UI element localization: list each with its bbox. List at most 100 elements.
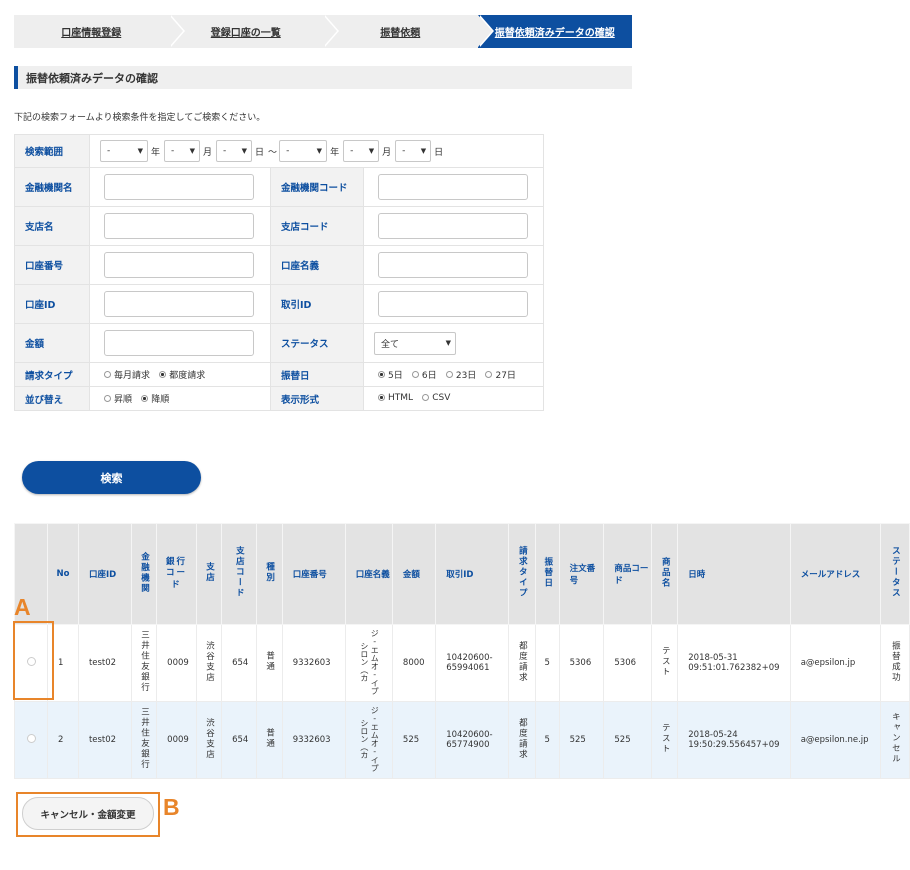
cell-status: キャンセル: [879, 701, 910, 779]
cell-amount: 8000: [391, 624, 437, 702]
cell-bank: 三井住友銀行: [130, 701, 158, 779]
status-select[interactable]: 全て ▼: [374, 331, 456, 355]
chevron-down-icon: ▼: [241, 147, 248, 155]
header-bank-code: 銀行コード: [156, 523, 197, 625]
step-label: 振替依頼済みデータの確認: [494, 28, 615, 39]
cell-order-no: 5306: [558, 624, 605, 702]
progress-steps: 口座情報登録 登録口座の一覧 振替依頼 振替依頼済みデータの確認: [14, 15, 632, 48]
header-datetime: 日時: [677, 523, 791, 625]
header-email: メールアドレス: [789, 523, 881, 625]
cell-email: a@epsilon.jp: [789, 624, 881, 702]
amount-label: 金額: [14, 323, 90, 363]
account-number-label: 口座番号: [14, 245, 90, 285]
page-title: 振替依頼済みデータの確認: [14, 66, 632, 89]
step-account-registration[interactable]: 口座情報登録: [14, 15, 185, 48]
sort-desc-radio[interactable]: 降順: [141, 392, 169, 405]
cell-transfer-day: 5: [534, 624, 560, 702]
cell-product-name: テスト: [651, 624, 679, 702]
account-id-input[interactable]: [104, 291, 254, 317]
header-type: 種別: [255, 523, 283, 625]
cell-transfer-day: 5: [534, 701, 560, 779]
account-holder-input[interactable]: [378, 252, 528, 278]
cell-type: 普通: [255, 701, 283, 779]
cell-branch-code: 654: [221, 624, 257, 702]
billing-onetime-radio[interactable]: 都度請求: [159, 368, 205, 381]
step-transfer-request[interactable]: 振替依頼: [323, 15, 494, 48]
sort-asc-radio[interactable]: 昇順: [104, 392, 132, 405]
branch-code-label: 支店コード: [270, 206, 364, 246]
transfer-day-5-radio[interactable]: 5日: [378, 368, 403, 381]
to-year-select[interactable]: - ▼: [279, 140, 328, 162]
cell-datetime: 2018-05-24 19:50:29.556457+09: [677, 701, 791, 779]
from-day-select[interactable]: - ▼: [216, 140, 253, 162]
to-day-select[interactable]: - ▼: [395, 140, 432, 162]
table-row: 2 test02 三井住友銀行 0009 渋谷支店 654 普通 9332603…: [14, 701, 910, 779]
billing-monthly-radio[interactable]: 毎月請求: [104, 368, 150, 381]
format-html-radio[interactable]: HTML: [378, 393, 413, 403]
cell-type: 普通: [255, 624, 283, 702]
transfer-day-23-radio[interactable]: 23日: [445, 368, 476, 381]
chevron-down-icon: ▼: [137, 147, 143, 155]
table-row: 1 test02 三井住友銀行 0009 渋谷支店 654 普通 9332603…: [14, 624, 910, 702]
format-csv-radio[interactable]: CSV: [422, 393, 450, 403]
transaction-id-input[interactable]: [378, 291, 528, 317]
cell-product-name: テスト: [651, 701, 679, 779]
cell-order-no: 525: [558, 701, 605, 779]
bank-code-input[interactable]: [378, 174, 528, 200]
branch-name-input[interactable]: [104, 213, 254, 239]
cell-status: 振替成功: [879, 624, 910, 702]
format-label: 表示形式: [270, 386, 364, 411]
from-month-select[interactable]: - ▼: [164, 140, 201, 162]
cell-bank: 三井住友銀行: [130, 624, 158, 702]
header-status: ステータス: [879, 523, 910, 625]
header-transfer-day: 振替日: [534, 523, 560, 625]
step-registered-accounts[interactable]: 登録口座の一覧: [168, 15, 339, 48]
branch-name-label: 支店名: [14, 206, 90, 246]
cell-account-number: 9332603: [281, 701, 346, 779]
highlight-box-b: [16, 792, 160, 837]
cell-product-code: 525: [603, 701, 653, 779]
transfer-day-27-radio[interactable]: 27日: [485, 368, 516, 381]
cell-account-id: test02: [77, 624, 132, 702]
amount-input[interactable]: [104, 330, 254, 356]
billing-type-label: 請求タイプ: [14, 362, 90, 387]
step-label: 振替依頼: [380, 28, 421, 39]
bank-code-label: 金融機関コード: [270, 167, 364, 207]
cell-branch-code: 654: [221, 701, 257, 779]
cell-billing-type: 都度請求: [507, 701, 536, 779]
header-account-id: 口座ID: [77, 523, 132, 625]
row-select-radio[interactable]: [14, 701, 48, 779]
search-button[interactable]: 検索: [22, 461, 201, 494]
header-transaction-id: 取引ID: [435, 523, 509, 625]
chevron-down-icon: ▼: [189, 147, 196, 155]
range-label: 検索範囲: [14, 134, 90, 168]
cell-billing-type: 都度請求: [507, 624, 536, 702]
bank-name-input[interactable]: [104, 174, 254, 200]
cell-datetime: 2018-05-31 09:51:01.762382+09: [677, 624, 791, 702]
branch-code-input[interactable]: [378, 213, 528, 239]
search-form: 検索範囲 - ▼ 年 - ▼ 月 - ▼ 日～ - ▼ 年 - ▼ 月 - ▼ 日 金融機関名 金融機関コード 支…: [14, 134, 544, 411]
step-requested-data[interactable]: 振替依頼済みデータの確認: [477, 15, 632, 48]
transfer-day-label: 振替日: [270, 362, 364, 387]
cell-holder: ジ-エムオ-イプシロン（カ: [344, 701, 393, 779]
cell-product-code: 5306: [603, 624, 653, 702]
account-holder-label: 口座名義: [270, 245, 364, 285]
from-year-select[interactable]: - ▼: [100, 140, 148, 162]
annotation-label-a: A: [14, 594, 31, 620]
header-branch: 支店: [195, 523, 223, 625]
cell-no: 2: [47, 701, 79, 779]
instruction-text: 下記の検索フォームより検索条件を指定してご検索ください。: [14, 113, 266, 123]
account-number-input[interactable]: [104, 252, 254, 278]
cell-holder: ジ-エムオ-イプシロン（カ: [344, 624, 393, 702]
cell-bank-code: 0009: [156, 624, 197, 702]
to-month-select[interactable]: - ▼: [343, 140, 380, 162]
cell-account-number: 9332603: [281, 624, 346, 702]
cell-bank-code: 0009: [156, 701, 197, 779]
cell-account-id: test02: [77, 701, 132, 779]
header-product-code: 商品コード: [603, 523, 653, 625]
header-product-name: 商品名: [651, 523, 679, 625]
transfer-day-6-radio[interactable]: 6日: [411, 368, 437, 381]
chevron-down-icon: ▼: [368, 147, 375, 155]
header-billing-type: 請求タイプ: [507, 523, 536, 625]
sort-label: 並び替え: [14, 386, 90, 411]
